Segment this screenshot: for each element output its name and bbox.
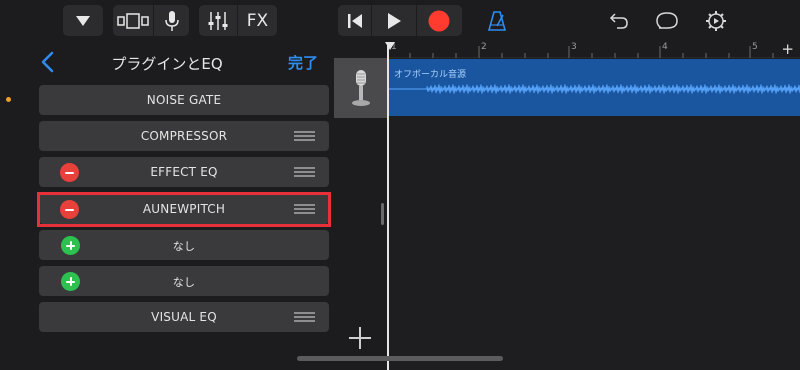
reorder-handle-icon[interactable] [294,131,315,141]
home-indicator [297,356,503,361]
rewind-icon[interactable] [338,5,371,36]
ruler-number: 5 [752,42,758,52]
fx-button[interactable]: FX [238,5,277,36]
add-section-plus-icon[interactable]: + [781,40,794,58]
ruler-ticks [387,46,774,58]
track-header-column [334,42,387,370]
add-track-icon[interactable] [349,327,371,349]
reorder-handle-icon[interactable] [294,312,315,322]
plugin-slot-empty[interactable]: なし [39,266,329,296]
panel-header: プラグインとEQ 完了 [0,42,334,84]
view-toggle-icon[interactable] [113,5,153,36]
reorder-handle-icon[interactable] [294,167,315,177]
plugin-slot-effect-eq[interactable]: EFFECT EQ [39,157,329,187]
microphone-icon[interactable] [154,5,189,36]
plugin-slot-label: EFFECT EQ [150,165,218,179]
ruler-number: 2 [481,42,487,52]
timeline-area[interactable]: 1 2 3 4 5 + オフボーカル音源 [385,40,800,370]
settings-icon[interactable] [703,6,729,36]
microphone-track-icon [351,70,370,106]
selection-highlight [37,192,331,227]
metronome-icon[interactable] [484,6,510,36]
plugin-slot-label: VISUAL EQ [151,310,217,324]
top-toolbar: FX [0,0,800,42]
loop-icon[interactable] [654,6,680,36]
region-name: オフボーカル音源 [394,70,467,80]
browser-group [63,5,103,36]
ruler-number: 4 [662,42,668,52]
mixer-sliders-icon[interactable] [199,5,237,36]
ruler-number: 3 [571,42,577,52]
waveform [387,84,800,94]
plugin-slot-empty[interactable]: なし [39,230,329,260]
done-button[interactable]: 完了 [288,52,318,73]
track-header-audio[interactable] [334,58,387,118]
plugin-slot-label: NOISE GATE [146,93,222,107]
plugins-eq-panel: プラグインとEQ 完了 NOISE GATE COMPRESSOR EFFECT… [0,42,334,370]
panel-resize-grip[interactable] [381,203,384,225]
indicator-dot [6,97,11,102]
plugin-slot-label: なし [172,240,196,253]
transport-group [338,5,462,36]
play-icon[interactable] [372,5,416,36]
record-icon[interactable] [417,5,461,36]
panel-title: プラグインとEQ [111,55,223,73]
plugin-slot-compressor[interactable]: COMPRESSOR [39,121,329,151]
mixer-group: FX [199,5,277,36]
bar-ruler[interactable]: 1 2 3 4 5 + [387,40,800,58]
dropdown-triangle-icon[interactable] [63,5,103,36]
plugin-slot-label: COMPRESSOR [140,129,228,143]
undo-icon[interactable] [606,6,632,36]
plugin-slot-noise-gate[interactable]: NOISE GATE [39,85,329,115]
audio-region[interactable]: オフボーカル音源 [387,59,800,116]
plugin-slot-visual-eq[interactable]: VISUAL EQ [39,302,329,332]
playhead[interactable] [385,42,395,370]
playhead-cap-icon [385,42,395,50]
plugin-slot-label: なし [172,276,196,289]
view-group [113,5,189,36]
